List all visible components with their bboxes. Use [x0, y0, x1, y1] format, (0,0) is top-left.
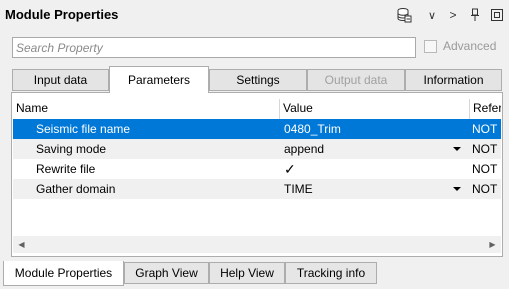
tab-input-data[interactable]: Input data — [12, 69, 109, 91]
row-value-dropdown[interactable]: append — [284, 139, 469, 159]
tab-settings[interactable]: Settings — [209, 69, 307, 91]
scroll-right-icon[interactable]: ▶ — [484, 236, 501, 253]
advanced-label: Advanced — [443, 39, 497, 53]
pin-icon[interactable] — [468, 5, 482, 25]
tab-parameters[interactable]: Parameters — [109, 66, 209, 93]
row-value[interactable]: 0480_Trim — [284, 119, 464, 139]
tab-help-view[interactable]: Help View — [209, 262, 285, 284]
table-row[interactable]: Seismic file name 0480_Trim NOT S — [13, 119, 501, 139]
window-icon[interactable] — [489, 5, 505, 25]
row-name: Seismic file name — [36, 122, 131, 136]
dropdown-arrow-icon[interactable] — [453, 187, 461, 191]
title-bar: Module Properties ∨ > — [0, 0, 509, 30]
scroll-left-icon[interactable]: ◀ — [13, 236, 30, 253]
tab-module-properties[interactable]: Module Properties — [3, 261, 124, 286]
chevron-down-icon[interactable]: ∨ — [424, 5, 440, 25]
row-reference: NOT S — [472, 142, 501, 156]
row-reference: NOT S — [472, 162, 501, 176]
advanced-checkbox[interactable] — [424, 39, 437, 53]
search-input[interactable]: Search Property — [12, 37, 416, 58]
parameters-panel: Name Value Refere Seismic file name 0480… — [11, 92, 503, 257]
row-name: Rewrite file — [36, 162, 96, 176]
horizontal-scrollbar[interactable]: ◀ ▶ — [13, 236, 501, 253]
column-header-name[interactable]: Name — [13, 99, 280, 119]
row-value: TIME — [284, 182, 313, 196]
table-row[interactable]: Saving mode append NOT S — [13, 139, 501, 159]
property-grid: Name Value Refere Seismic file name 0480… — [13, 99, 501, 239]
column-header-value[interactable]: Value — [280, 99, 470, 119]
grid-header: Name Value Refere — [13, 99, 501, 120]
row-reference: NOT S — [472, 182, 501, 196]
search-placeholder: Search Property — [16, 41, 103, 55]
tab-tracking-info[interactable]: Tracking info — [285, 262, 377, 284]
row-value: append — [284, 142, 325, 156]
chevron-right-icon[interactable]: > — [446, 5, 460, 25]
bottom-tab-bar: Module Properties Graph View Help View T… — [0, 261, 509, 289]
table-row[interactable]: Rewrite file ✓ NOT S — [13, 159, 501, 179]
row-name: Saving mode — [36, 142, 107, 156]
rewrite-checkbox[interactable]: ✓ — [284, 159, 464, 179]
row-name: Gather domain — [36, 182, 116, 196]
advanced-toggle[interactable]: Advanced — [424, 39, 496, 53]
tab-output-data: Output data — [307, 69, 405, 91]
column-header-reference[interactable]: Refere — [470, 99, 501, 119]
row-reference: NOT S — [472, 122, 501, 136]
dropdown-arrow-icon[interactable] — [453, 147, 461, 151]
row-value-dropdown[interactable]: TIME — [284, 179, 469, 199]
tab-graph-view[interactable]: Graph View — [124, 262, 209, 284]
tab-information[interactable]: Information — [405, 69, 502, 91]
table-row[interactable]: Gather domain TIME NOT S — [13, 179, 501, 199]
database-icon[interactable] — [394, 5, 414, 25]
panel-title: Module Properties — [5, 7, 119, 22]
